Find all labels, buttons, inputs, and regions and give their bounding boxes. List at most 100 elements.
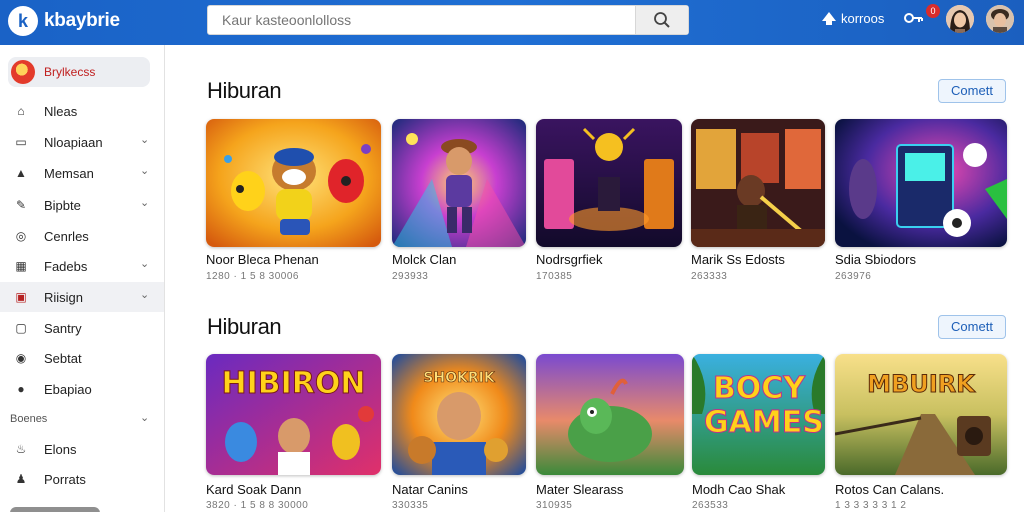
sidebar-item[interactable]: ♨ Elons (0, 434, 164, 464)
notification-badge[interactable]: 0 (926, 4, 940, 18)
game-art-title: SHOKRIK (423, 370, 495, 387)
sidebar-item[interactable]: ◎ Cenrles (0, 221, 164, 251)
game-title[interactable]: Rotos Can Calans. (835, 482, 944, 497)
search-input[interactable] (208, 6, 636, 34)
sidebar-item[interactable]: ▢ Santry (0, 313, 164, 343)
sidebar-item-label: Nleas (44, 104, 78, 119)
sidebar-item[interactable]: ● Ebapiao (0, 374, 164, 404)
sidebar-item-label: Riisign (44, 290, 84, 305)
game-art-title: HIBIRON (221, 366, 366, 402)
sidebar-item-label: Bipbte (44, 198, 81, 213)
game-meta: 263533 (692, 500, 729, 511)
upload-label: korroos (841, 11, 885, 26)
flame-icon: ♨ (15, 442, 27, 456)
home-icon: ⌂ (17, 104, 25, 118)
game-meta: 3820 · 1 5 8 8 30000 (206, 500, 309, 511)
gamepad-icon: ◎ (15, 229, 27, 243)
sidebar-item-label: Porrats (44, 472, 86, 487)
chevron-down-icon[interactable]: ⌄ (140, 411, 149, 424)
sidebar-item-label: Santry (44, 321, 82, 336)
briefcase-icon: ▣ (15, 290, 27, 304)
game-thumbnail[interactable]: BOCY GAMES (692, 354, 825, 475)
game-thumbnail[interactable]: SHOKRIK (392, 354, 526, 475)
top-bar: k kbaybrie korroos 0 (0, 0, 1024, 45)
game-thumbnail[interactable] (206, 119, 381, 247)
person-icon: ♟ (15, 472, 27, 486)
folder-icon: ▭ (15, 135, 27, 149)
game-meta: 263333 (691, 271, 728, 282)
game-thumbnail[interactable] (392, 119, 526, 247)
sidebar-top-label: Brylkecss (44, 65, 96, 79)
chevron-down-icon: ⌄ (140, 197, 150, 209)
game-title[interactable]: Natar Canins (392, 482, 468, 497)
game-meta: 263976 (835, 271, 872, 282)
sidebar-item-label: Cenrles (44, 229, 89, 244)
logo-icon[interactable]: k (8, 6, 38, 36)
game-meta: 1 3 3 3 3 3 1 2 (835, 500, 907, 511)
controller-icon: ▢ (15, 321, 27, 335)
chevron-down-icon: ⌄ (140, 165, 150, 177)
target-icon: ◉ (15, 351, 27, 365)
sidebar-item-partial[interactable] (10, 503, 110, 512)
game-thumbnail[interactable] (536, 354, 684, 475)
sidebar-item-label: Ebapiao (44, 382, 92, 397)
pen-icon: ✎ (15, 198, 27, 212)
sidebar-item-active[interactable]: ▣ Riisign ⌄ (0, 282, 164, 312)
game-meta: 170385 (536, 271, 573, 282)
sidebar-item-label: Sebtat (44, 351, 82, 366)
sidebar-item[interactable]: ▦ Fadebs ⌄ (0, 251, 164, 281)
search-button[interactable] (635, 6, 688, 34)
play-icon: ▲ (15, 166, 27, 180)
sidebar-item[interactable]: ▲ Memsan ⌄ (0, 158, 164, 188)
sidebar-item[interactable]: ▭ Nloapiaan ⌄ (0, 127, 164, 157)
search-icon (654, 12, 670, 28)
game-title[interactable]: Modh Cao Shak (692, 482, 785, 497)
game-title[interactable]: Mater Slearass (536, 482, 623, 497)
game-thumbnail[interactable] (835, 119, 1007, 247)
sidebar: Brylkecss ⌂ Nleas ▭ Nloapiaan ⌄ ▲ Memsan… (0, 45, 165, 512)
game-title[interactable]: Molck Clan (392, 252, 456, 267)
sidebar-top-item[interactable]: Brylkecss (8, 57, 150, 87)
sidebar-section-label: Boenes (10, 413, 48, 425)
sidebar-item-label: Memsan (44, 166, 94, 181)
game-art-title: MBUIRK (867, 370, 976, 399)
key-icon[interactable] (904, 10, 924, 31)
compass-icon: ● (17, 382, 25, 396)
chevron-down-icon: ⌄ (140, 258, 150, 270)
game-title[interactable]: Noor Bleca Phenan (206, 252, 319, 267)
game-thumbnail[interactable] (536, 119, 682, 247)
game-title[interactable]: Kard Soak Dann (206, 482, 301, 497)
chevron-down-icon: ⌄ (140, 134, 150, 146)
game-thumbnail[interactable]: MBUIRK (835, 354, 1007, 475)
game-app-icon (11, 60, 35, 84)
sidebar-item-label: Nloapiaan (44, 135, 103, 150)
game-thumbnail[interactable] (691, 119, 825, 247)
game-art-title: BOCY GAMES (704, 371, 825, 440)
game-title[interactable]: Sdia Sbiodors (835, 252, 916, 267)
game-thumbnail[interactable]: HIBIRON (206, 354, 381, 475)
sidebar-item-label: Fadebs (44, 259, 88, 274)
section-title: Hiburan (207, 78, 282, 103)
avatar[interactable] (946, 5, 974, 33)
avatar[interactable] (986, 5, 1014, 33)
more-button[interactable]: Comett (938, 315, 1006, 339)
game-title[interactable]: Nodrsgrfiek (536, 252, 602, 267)
brand-name[interactable]: kbaybrie (44, 10, 120, 32)
upload-icon (822, 12, 836, 25)
chart-icon: ▦ (15, 259, 27, 273)
game-meta: 330335 (392, 500, 429, 511)
sidebar-item[interactable]: ✎ Bipbte ⌄ (0, 190, 164, 220)
game-title[interactable]: Marik Ss Edosts (691, 252, 785, 267)
search-box (207, 5, 689, 35)
chevron-down-icon: ⌄ (140, 289, 150, 301)
more-button[interactable]: Comett (938, 79, 1006, 103)
game-meta: 310935 (536, 500, 573, 511)
game-meta: 293933 (392, 271, 429, 282)
upload-button[interactable]: korroos (822, 11, 884, 26)
sidebar-item[interactable]: ◉ Sebtat (0, 343, 164, 373)
sidebar-item[interactable]: ⌂ Nleas (0, 96, 164, 126)
sidebar-item[interactable]: ♟ Porrats (0, 464, 164, 494)
game-meta: 1280 · 1 5 8 30006 (206, 271, 299, 282)
sidebar-item-label: Elons (44, 442, 77, 457)
section-title: Hiburan (207, 314, 282, 339)
